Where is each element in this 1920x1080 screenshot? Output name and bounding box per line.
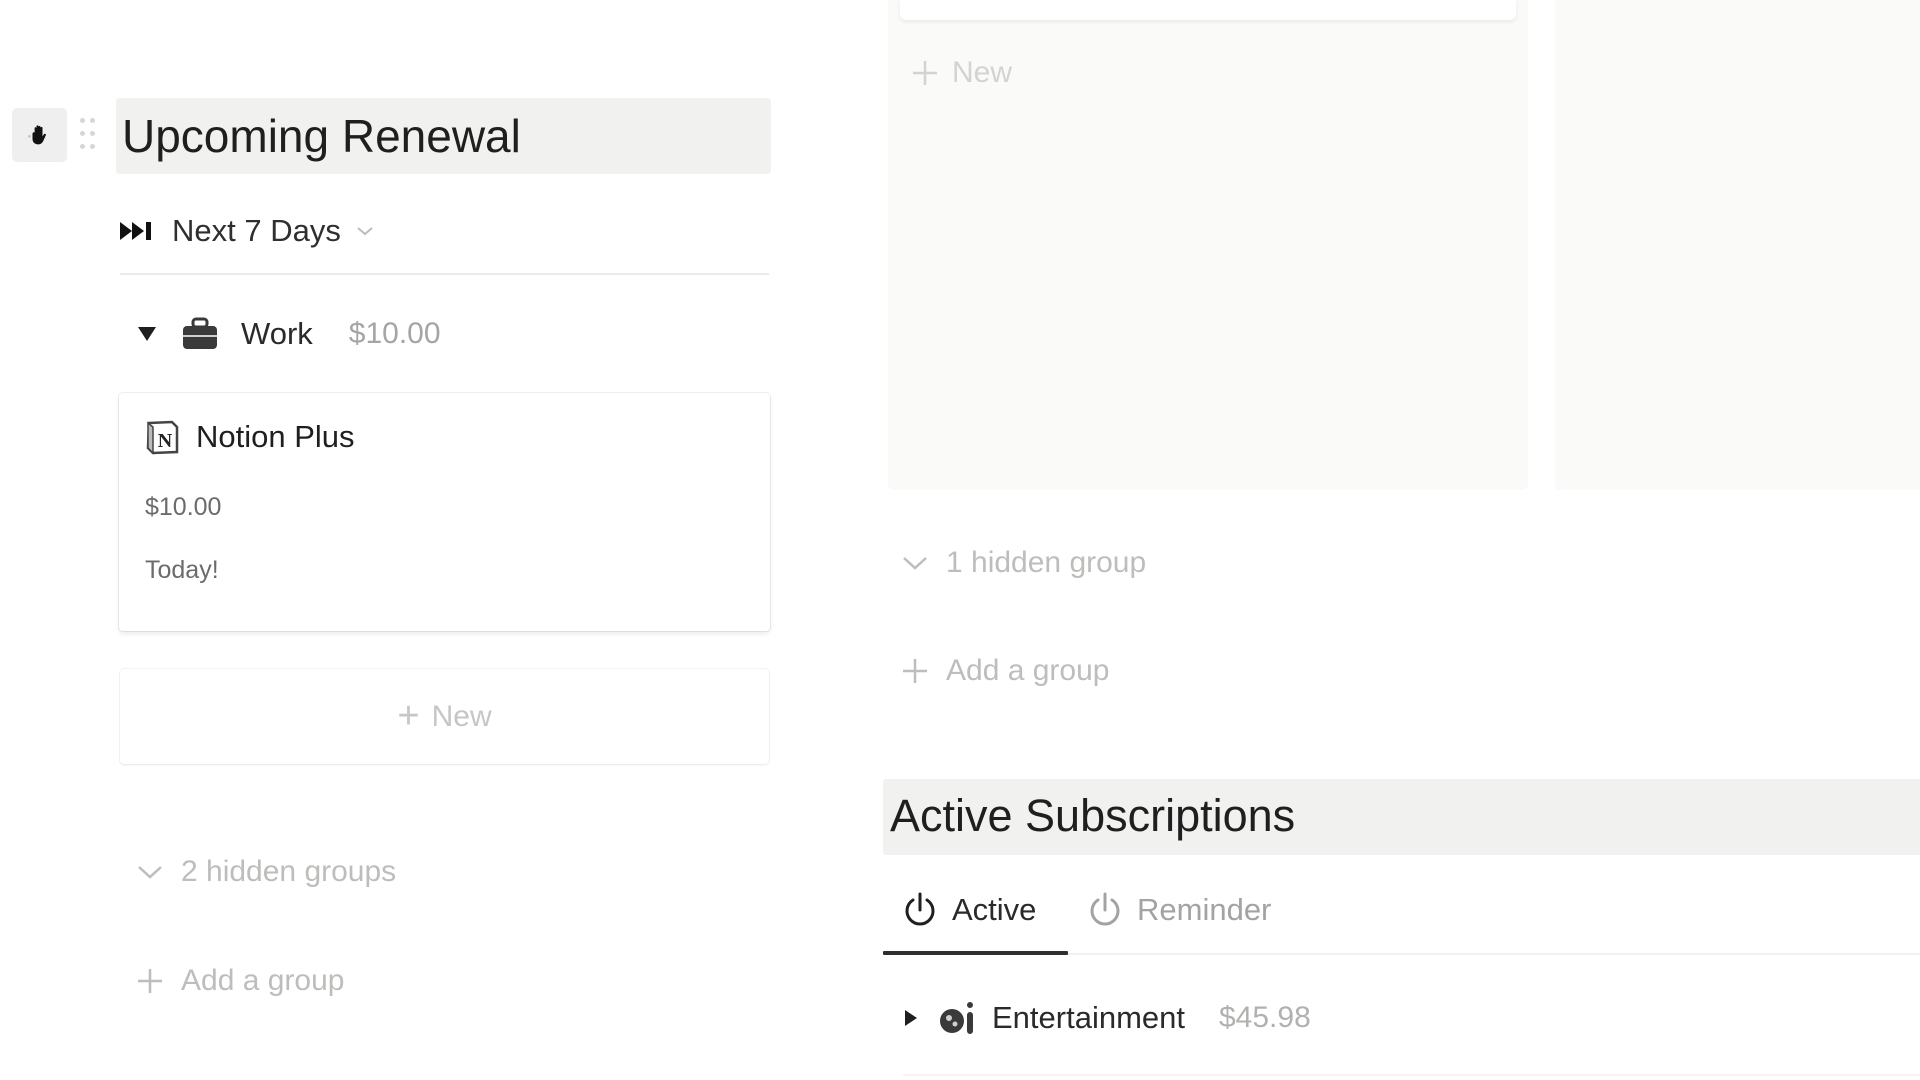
hidden-groups-label: 2 hidden groups [181,855,397,888]
database-title[interactable]: Upcoming Renewal [122,110,521,162]
group-sum: $10.00 [348,317,441,350]
tab-label: Active [952,892,1037,927]
plus-icon [903,659,927,683]
chevron-down-icon [138,866,162,879]
plus-icon [138,969,162,993]
power-icon [905,892,935,926]
fast-forward-icon [120,222,151,240]
board-card[interactable] [900,0,1516,20]
card-due: Today! [145,556,219,584]
add-group-label: Add a group [946,654,1110,687]
card-title: Notion Plus [196,419,355,454]
group-header-work[interactable]: Work $10.00 [135,314,441,354]
triangle-right-icon[interactable] [902,1007,920,1029]
power-icon [1090,892,1120,926]
hand-grab-icon [27,125,46,145]
add-group-button[interactable]: Add a group [135,961,344,1001]
board-card[interactable]: N Notion Plus $10.00 Today! [119,393,770,631]
tab-active[interactable]: Active [902,888,1036,932]
view-label: Next 7 Days [172,213,341,248]
view-selector[interactable]: Next 7 Days [120,212,375,250]
add-group-button[interactable]: Add a group [900,651,1109,691]
drag-handle-icon[interactable] [80,118,96,152]
new-card-label: New [952,56,1013,89]
hidden-groups-toggle[interactable]: 1 hidden group [900,543,1146,583]
group-header-entertainment[interactable]: Entertainment $45.98 [902,997,1311,1039]
tabs-divider [1068,953,1920,955]
chevron-down-icon [903,557,927,570]
notion-logo-icon: N [146,420,179,455]
tab-reminder[interactable]: Reminder [1087,888,1271,932]
add-group-label: Add a group [181,964,345,997]
hidden-groups-label: 1 hidden group [946,546,1147,579]
database-title[interactable]: Active Subscriptions [890,790,1295,842]
svg-text:N: N [158,430,173,452]
board-column [1555,0,1920,490]
active-tab-indicator [883,951,1068,955]
triangle-down-icon[interactable] [135,324,159,344]
group-divider [903,1074,1920,1076]
group-sum: $45.98 [1219,1001,1311,1034]
hidden-groups-toggle[interactable]: 2 hidden groups [135,852,396,892]
view-divider [120,273,769,275]
block-handle-button[interactable] [12,108,67,162]
tab-label: Reminder [1137,892,1272,927]
card-title-row: N Notion Plus [144,419,355,455]
group-name: Entertainment [992,1000,1185,1035]
new-card-button[interactable]: New [910,53,1012,93]
entertainment-icon [940,1002,973,1034]
card-price: $10.00 [145,493,222,521]
new-card-button[interactable]: + New [120,669,769,764]
briefcase-icon [183,317,217,349]
plus-icon [913,61,937,85]
plus-icon: + [397,695,420,737]
group-name: Work [241,316,313,351]
chevron-down-icon [357,227,373,236]
new-card-label: New [431,699,492,733]
